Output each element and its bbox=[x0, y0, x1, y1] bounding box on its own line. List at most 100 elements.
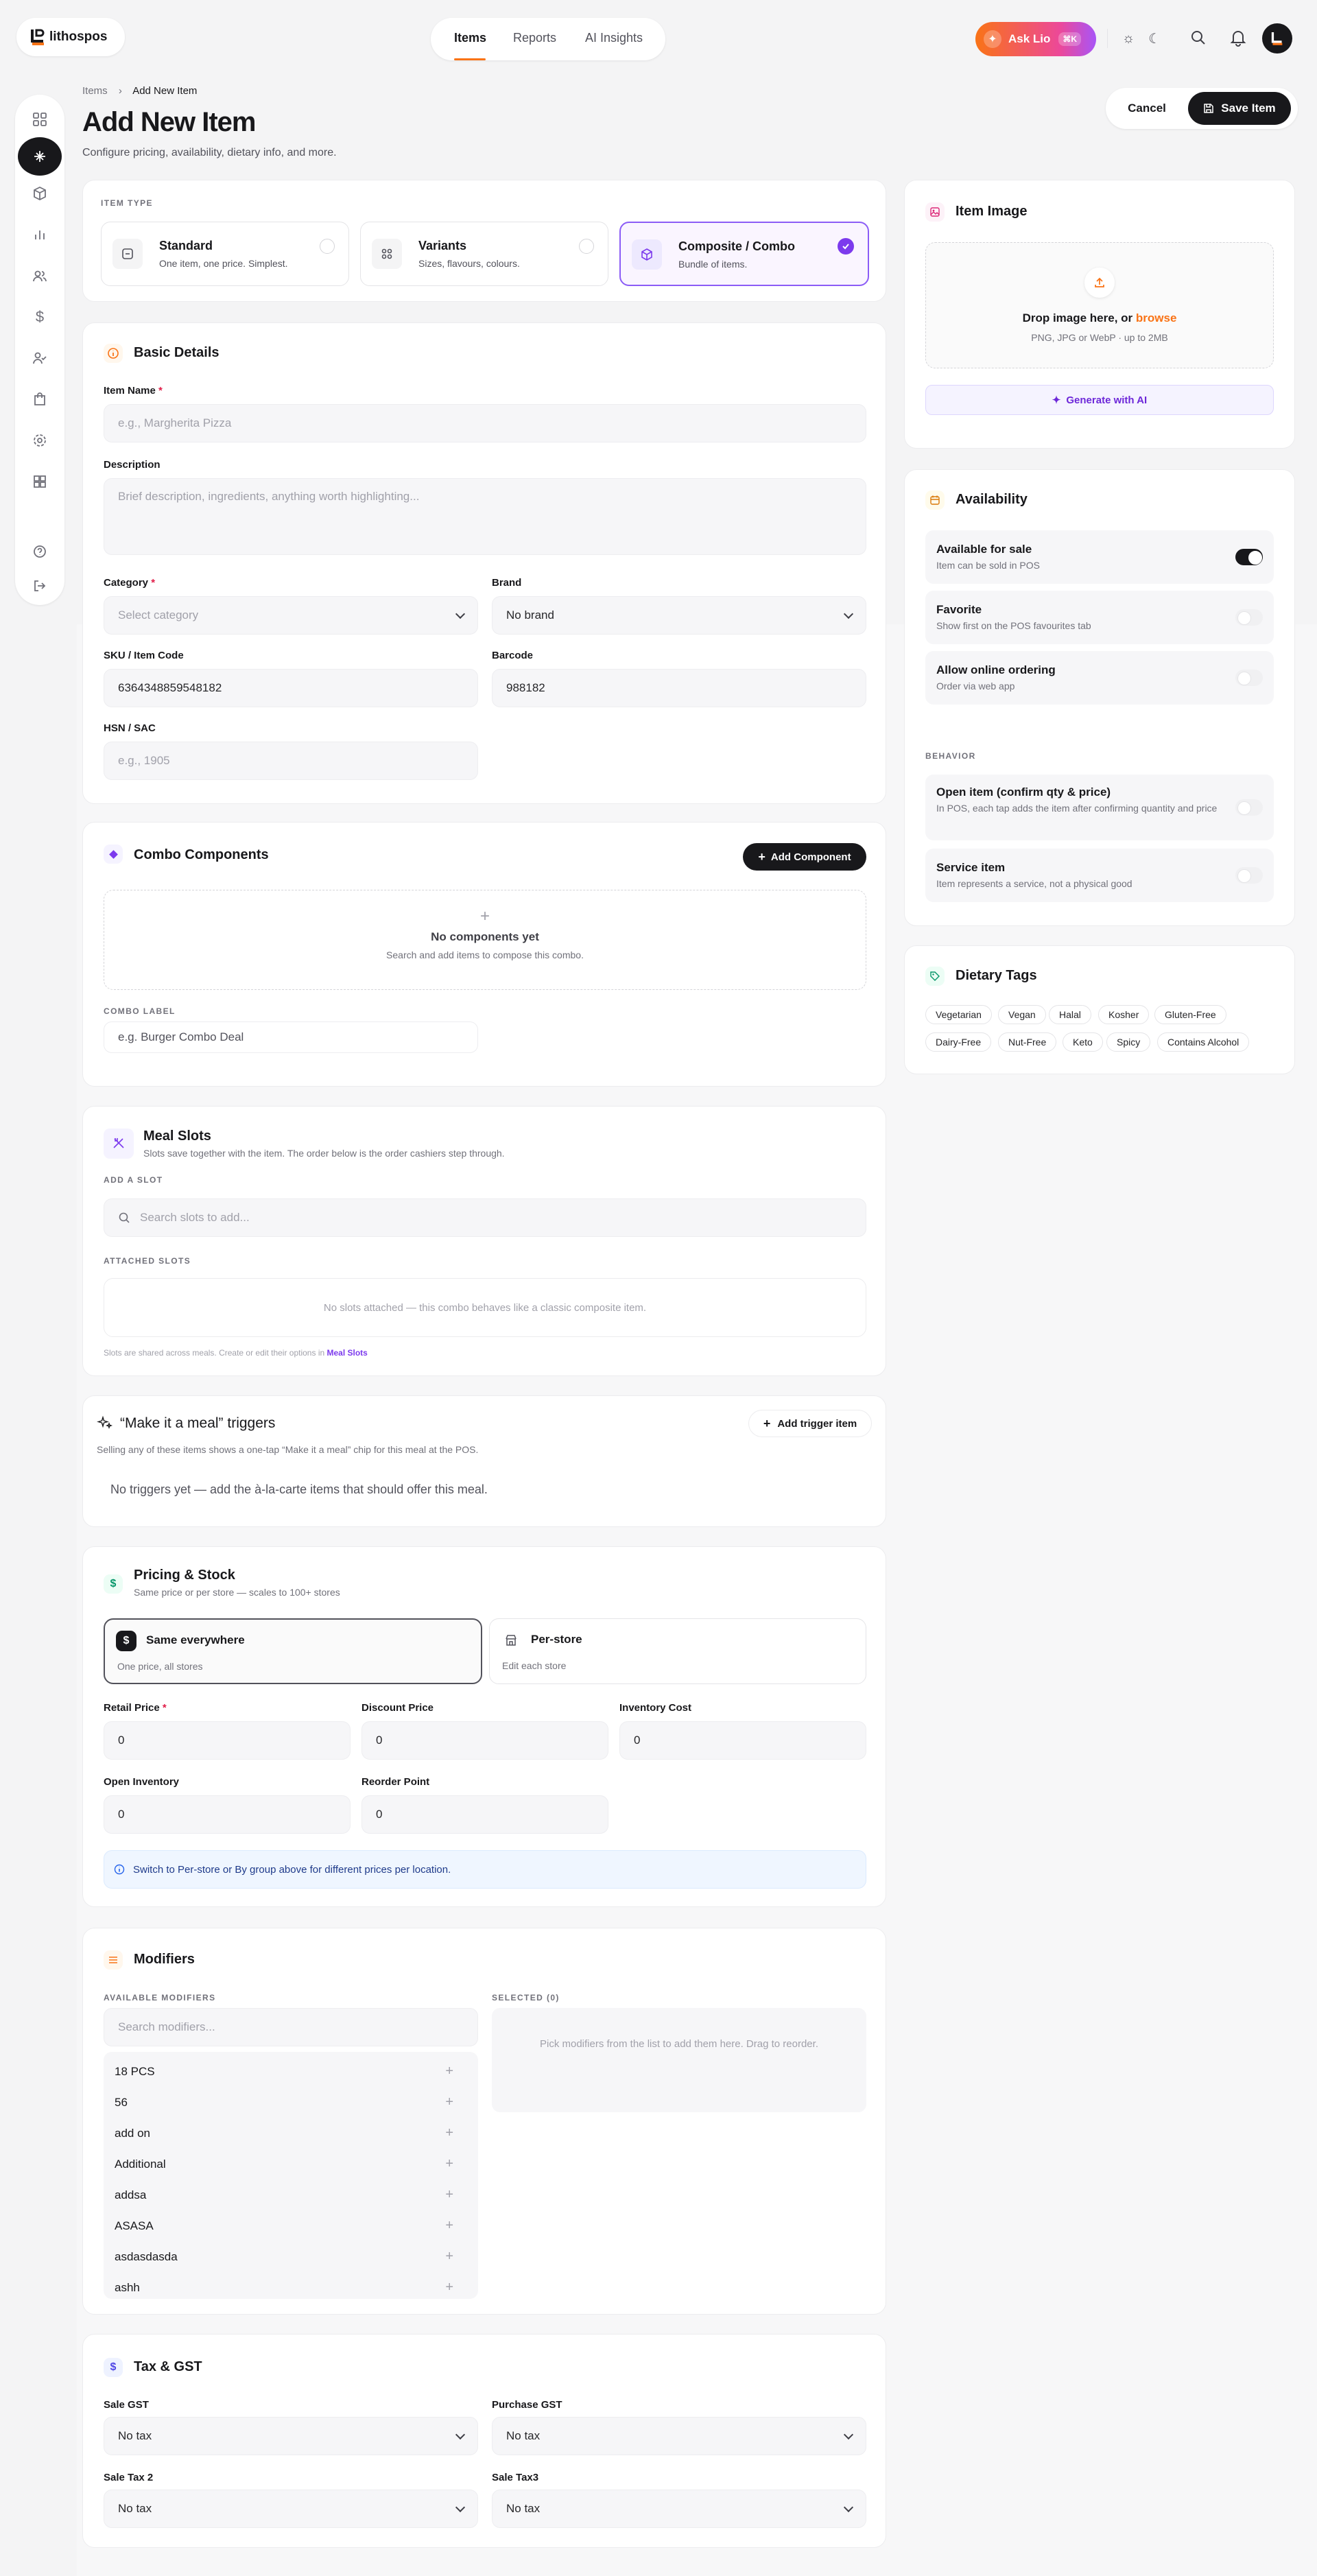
radio-standard[interactable] bbox=[320, 239, 335, 254]
modifier-search-input[interactable]: Search modifiers... bbox=[104, 2008, 478, 2046]
tag-spicy[interactable]: Spicy bbox=[1106, 1032, 1151, 1052]
discount-price-input[interactable]: 0 bbox=[361, 1721, 608, 1760]
sun-icon[interactable]: ☼ bbox=[1122, 31, 1135, 47]
radio-variants[interactable] bbox=[579, 239, 594, 254]
selected-modifiers-dropzone[interactable]: Pick modifiers from the list to add them… bbox=[492, 2008, 866, 2112]
tag-vegan[interactable]: Vegan bbox=[998, 1005, 1046, 1024]
theme-toggle[interactable]: ☼ ☾ bbox=[1115, 25, 1167, 52]
favorite-toggle[interactable] bbox=[1235, 609, 1263, 626]
reorder-point-input[interactable]: 0 bbox=[361, 1795, 608, 1834]
list-item[interactable]: 18 PCS + bbox=[115, 2056, 468, 2087]
rail-finance[interactable]: $ bbox=[23, 302, 56, 332]
sale-gst-select[interactable]: No tax bbox=[104, 2417, 478, 2455]
list-item[interactable]: ashh + bbox=[115, 2272, 468, 2299]
brand-select[interactable]: No brand bbox=[492, 596, 866, 635]
image-dropzone[interactable]: Drop image here, or browse PNG, JPG or W… bbox=[925, 242, 1274, 368]
open-item-row[interactable]: Open item (confirm qty & price) In POS, … bbox=[925, 775, 1274, 840]
service-item-toggle[interactable] bbox=[1235, 867, 1263, 884]
type-standard[interactable]: Standard One item, one price. Simplest. bbox=[101, 222, 349, 286]
retail-price-input[interactable]: 0 bbox=[104, 1721, 351, 1760]
standard-icon bbox=[112, 239, 143, 269]
inventory-cost-input[interactable]: 0 bbox=[619, 1721, 866, 1760]
save-button[interactable]: Save Item bbox=[1188, 92, 1291, 125]
service-item-row[interactable]: Service item Item represents a service, … bbox=[925, 849, 1274, 902]
list-item[interactable]: Additional + bbox=[115, 2149, 468, 2179]
sale-tax2-label: Sale Tax 2 bbox=[104, 2472, 154, 2483]
barcode-input[interactable]: 988182 bbox=[492, 669, 866, 707]
browse-link[interactable]: browse bbox=[1136, 311, 1177, 324]
item-type-card: ITEM TYPE Standard One item, one price. … bbox=[82, 180, 886, 302]
open-item-toggle[interactable] bbox=[1235, 799, 1263, 816]
breadcrumb-parent[interactable]: Items bbox=[82, 85, 108, 97]
sale-tax2-select[interactable]: No tax bbox=[104, 2490, 478, 2528]
tag-nut-free[interactable]: Nut-Free bbox=[998, 1032, 1057, 1052]
add-trigger-button[interactable]: + Add trigger item bbox=[748, 1410, 872, 1437]
sku-input[interactable]: 6364348859548182 bbox=[104, 669, 478, 707]
list-item[interactable]: add on + bbox=[115, 2118, 468, 2149]
rail-items[interactable] bbox=[18, 137, 62, 176]
tab-reports[interactable]: Reports bbox=[513, 31, 556, 45]
logo[interactable]: lithospos bbox=[16, 18, 125, 56]
tag-keto[interactable]: Keto bbox=[1063, 1032, 1103, 1052]
available-for-sale-row[interactable]: Available for sale Item can be sold in P… bbox=[925, 530, 1274, 584]
rail-logout[interactable] bbox=[23, 571, 56, 601]
cancel-button[interactable]: Cancel bbox=[1114, 98, 1180, 119]
rail-help[interactable] bbox=[23, 536, 56, 567]
avatar[interactable] bbox=[1262, 23, 1292, 54]
list-item[interactable]: ASASA + bbox=[115, 2210, 468, 2241]
list-item[interactable]: addsa + bbox=[115, 2179, 468, 2210]
help-icon bbox=[34, 545, 46, 558]
gear-icon bbox=[34, 434, 46, 447]
rail-inventory[interactable] bbox=[23, 178, 56, 209]
mode-same-everywhere[interactable]: $ Same everywhere One price, all stores bbox=[104, 1618, 482, 1684]
plus-icon: + bbox=[479, 907, 490, 925]
mode-per-store[interactable]: Per-store Edit each store bbox=[489, 1618, 866, 1684]
moon-icon[interactable]: ☾ bbox=[1148, 30, 1161, 47]
open-inventory-input[interactable]: 0 bbox=[104, 1795, 351, 1834]
rail-apps[interactable] bbox=[23, 466, 56, 497]
tax-title: Tax & GST bbox=[134, 2359, 202, 2374]
available-toggle[interactable] bbox=[1235, 549, 1263, 565]
tag-vegetarian[interactable]: Vegetarian bbox=[925, 1005, 992, 1024]
add-component-button[interactable]: + Add Component bbox=[743, 843, 866, 871]
chevron-down-icon bbox=[455, 2429, 466, 2440]
purchase-gst-select[interactable]: No tax bbox=[492, 2417, 866, 2455]
combo-label-input[interactable]: e.g. Burger Combo Deal bbox=[104, 1021, 478, 1053]
slot-search-input[interactable]: Search slots to add... bbox=[104, 1198, 866, 1237]
type-variants[interactable]: Variants Sizes, flavours, colours. bbox=[360, 222, 608, 286]
tag-kosher[interactable]: Kosher bbox=[1098, 1005, 1150, 1024]
rail-reports[interactable] bbox=[23, 220, 56, 250]
availability-title: Availability bbox=[956, 492, 1028, 507]
rail-dashboard[interactable] bbox=[23, 104, 56, 134]
search-icon[interactable] bbox=[1189, 29, 1207, 47]
bar-chart-icon bbox=[35, 231, 45, 239]
rail-settings[interactable] bbox=[23, 425, 56, 456]
bell-icon[interactable] bbox=[1229, 29, 1247, 47]
tab-ai-insights[interactable]: AI Insights bbox=[585, 31, 643, 45]
tag-contains-alcohol[interactable]: Contains Alcohol bbox=[1157, 1032, 1250, 1052]
info-icon bbox=[114, 1864, 125, 1875]
category-select[interactable]: Select category bbox=[104, 596, 478, 635]
ask-lio-button[interactable]: ✦ Ask Lio ⌘K bbox=[975, 22, 1096, 56]
rail-orders[interactable] bbox=[23, 384, 56, 414]
rail-customers[interactable] bbox=[23, 261, 56, 291]
item-name-input[interactable]: e.g., Margherita Pizza bbox=[104, 404, 866, 442]
list-item[interactable]: asdasdasda + bbox=[115, 2241, 468, 2272]
retail-price-label: Retail Price * bbox=[104, 1702, 167, 1714]
tab-items[interactable]: Items bbox=[454, 31, 486, 45]
tag-halal[interactable]: Halal bbox=[1049, 1005, 1091, 1024]
meal-slots-link[interactable]: Meal Slots bbox=[327, 1348, 368, 1358]
online-ordering-toggle[interactable] bbox=[1235, 670, 1263, 686]
tag-gluten-free[interactable]: Gluten-Free bbox=[1154, 1005, 1226, 1024]
generate-ai-button[interactable]: ✦ Generate with AI bbox=[925, 385, 1274, 415]
description-textarea[interactable]: Brief description, ingredients, anything… bbox=[104, 478, 866, 555]
online-ordering-row[interactable]: Allow online ordering Order via web app bbox=[925, 651, 1274, 705]
type-composite[interactable]: Composite / Combo Bundle of items. bbox=[619, 222, 869, 286]
rail-staff[interactable] bbox=[23, 343, 56, 373]
favorite-row[interactable]: Favorite Show first on the POS favourite… bbox=[925, 591, 1274, 644]
apps-icon bbox=[34, 475, 46, 488]
tag-dairy-free[interactable]: Dairy-Free bbox=[925, 1032, 992, 1052]
list-item[interactable]: 56 + bbox=[115, 2087, 468, 2118]
hsn-input[interactable]: e.g., 1905 bbox=[104, 742, 478, 780]
sale-tax3-select[interactable]: No tax bbox=[492, 2490, 866, 2528]
